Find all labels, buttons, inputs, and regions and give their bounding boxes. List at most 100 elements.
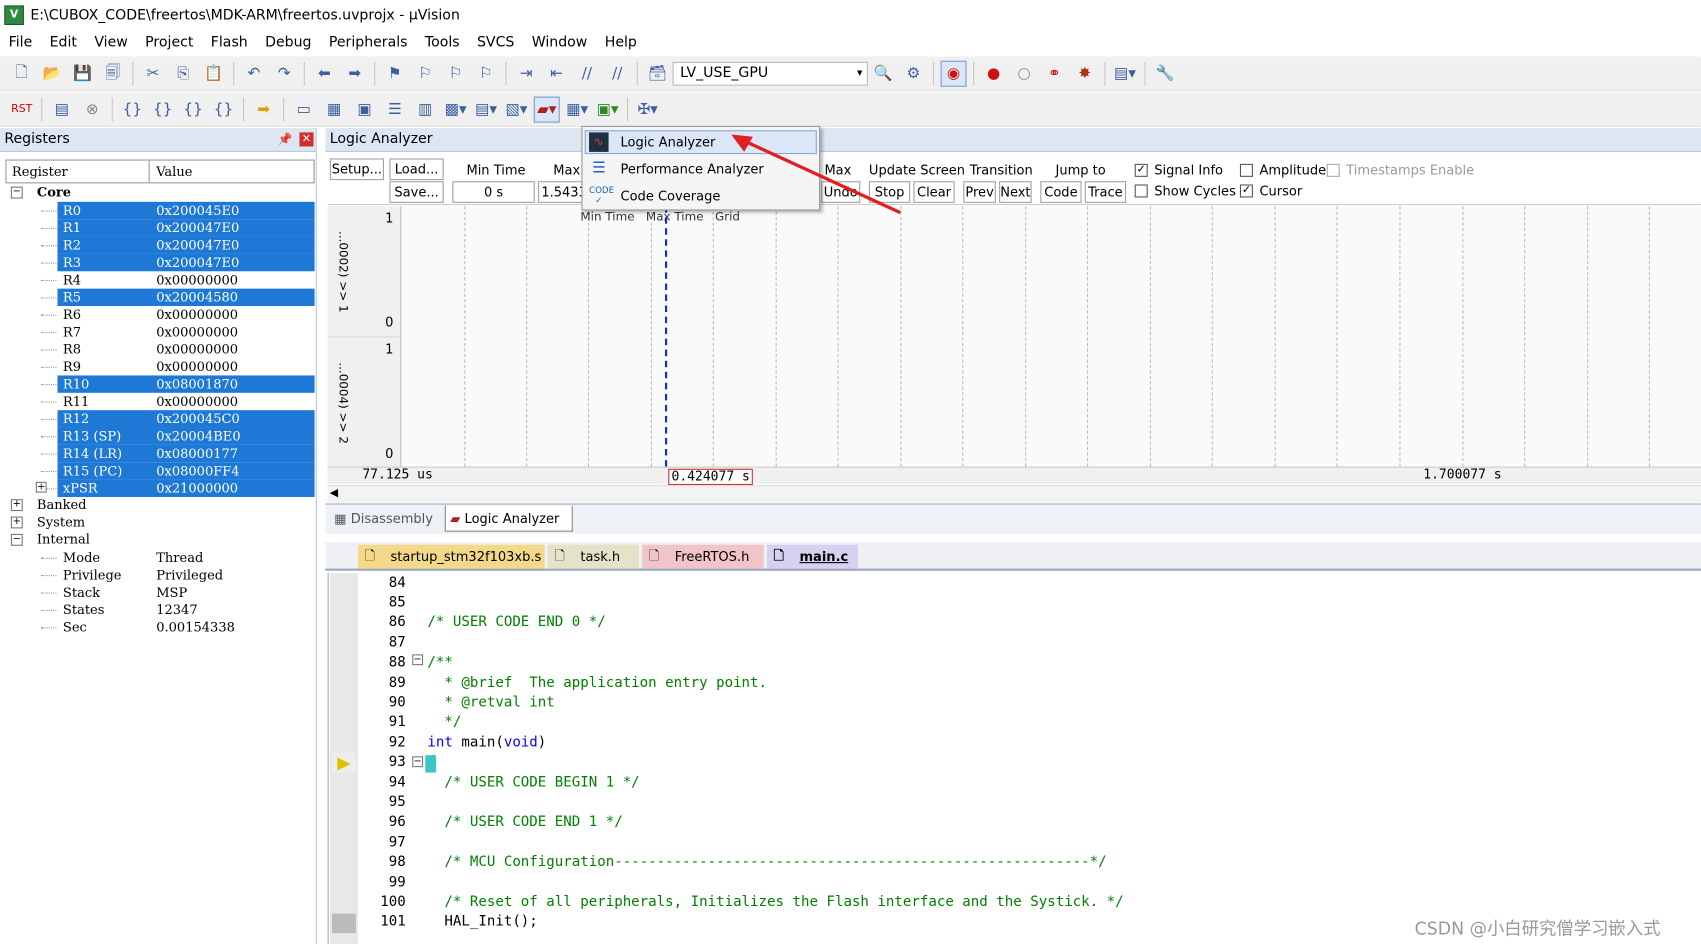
code-button[interactable]: Code: [1040, 181, 1082, 203]
group-internal[interactable]: − Internal: [0, 532, 317, 549]
menu-project[interactable]: Project: [136, 34, 202, 50]
register-row[interactable]: R14 (LR) 0x08000177: [0, 444, 317, 463]
bookmark-icon[interactable]: ⚑: [382, 60, 408, 86]
code-line[interactable]: 94 /* USER CODE BEGIN 1 */: [330, 773, 1701, 793]
run-to-cursor-icon[interactable]: {}: [210, 96, 236, 122]
register-row[interactable]: Stack MSP: [0, 584, 317, 601]
register-value[interactable]: 0x21000000: [156, 481, 238, 496]
code-line[interactable]: 90 * @retval int: [330, 693, 1701, 713]
register-value[interactable]: Privileged: [156, 568, 223, 583]
register-row[interactable]: R11 0x00000000: [0, 393, 317, 410]
register-row[interactable]: R3 0x200047E0: [0, 253, 317, 272]
code-line[interactable]: 96 /* USER CODE END 1 */: [330, 813, 1701, 833]
register-row[interactable]: R4 0x00000000: [0, 271, 317, 288]
tab-disassembly[interactable]: ▦ Disassembly: [329, 505, 443, 532]
register-value[interactable]: 12347: [156, 602, 197, 617]
close-icon[interactable]: ✕: [299, 132, 314, 147]
register-value[interactable]: 0x00000000: [156, 359, 238, 374]
register-value[interactable]: 0x200045E0: [156, 203, 239, 218]
comment-icon[interactable]: //: [574, 60, 600, 86]
group-system[interactable]: + System: [0, 514, 317, 531]
register-row[interactable]: Privilege Privileged: [0, 566, 317, 583]
undo-icon[interactable]: ↶: [241, 60, 267, 86]
fold-toggle-icon[interactable]: −: [412, 756, 424, 768]
register-value[interactable]: 0x00000000: [156, 342, 238, 357]
register-value[interactable]: 0x08000FF4: [156, 463, 239, 478]
watch-window-icon[interactable]: ▩▾: [443, 96, 469, 122]
register-value[interactable]: 0x00000000: [156, 394, 238, 409]
expand-icon[interactable]: +: [10, 499, 23, 512]
expand-icon[interactable]: +: [35, 481, 47, 493]
register-row[interactable]: R8 0x00000000: [0, 341, 317, 358]
timestamps-checkbox[interactable]: Timestamps Enable: [1326, 163, 1474, 178]
target-combo[interactable]: LV_USE_GPU ▾: [672, 61, 868, 86]
find-icon[interactable]: 🔍: [870, 60, 896, 86]
register-value[interactable]: 0x200045C0: [156, 411, 240, 426]
menu-peripherals[interactable]: Peripherals: [320, 34, 416, 50]
register-value[interactable]: 0x08001870: [156, 377, 238, 392]
toolbox-icon[interactable]: ✠▾: [635, 96, 661, 122]
run-icon[interactable]: ▤: [49, 96, 75, 122]
signal-2-name[interactable]: ...0004) >> 2: [329, 339, 359, 467]
symbols-window-icon[interactable]: ▣: [351, 96, 377, 122]
cut-icon[interactable]: ✂: [140, 60, 166, 86]
step-over-icon[interactable]: {}: [150, 96, 176, 122]
load-button[interactable]: Load...: [389, 158, 444, 181]
indent-icon[interactable]: ⇥: [513, 60, 539, 86]
breakpoint-disable-all-icon[interactable]: ⚭: [1041, 60, 1067, 86]
menu-edit[interactable]: Edit: [41, 34, 86, 50]
collapse-icon[interactable]: −: [10, 533, 23, 546]
tab-logic-analyzer[interactable]: ▰ Logic Analyzer: [444, 505, 573, 532]
register-value[interactable]: Thread: [156, 550, 203, 565]
register-row[interactable]: Mode Thread: [0, 549, 317, 566]
setup-button[interactable]: Setup...: [329, 158, 385, 181]
fold-toggle-icon[interactable]: −: [412, 654, 424, 666]
nav-forward-icon[interactable]: ➡: [342, 60, 368, 86]
redo-icon[interactable]: ↷: [271, 60, 297, 86]
code-line[interactable]: 87: [330, 633, 1701, 653]
configure-icon[interactable]: 🔧: [1152, 60, 1178, 86]
menu-file[interactable]: File: [0, 34, 41, 50]
register-row[interactable]: R0 0x200045E0: [0, 201, 317, 220]
incremental-find-icon[interactable]: ⚙: [900, 60, 926, 86]
file-tab-freertos[interactable]: 🗋 FreeRTOS.h: [642, 544, 764, 569]
unindent-icon[interactable]: ⇤: [543, 60, 569, 86]
code-line[interactable]: 86 /* USER CODE END 0 */: [330, 613, 1701, 633]
group-core[interactable]: − Core: [0, 184, 317, 201]
save-icon[interactable]: 💾: [69, 60, 95, 86]
code-line[interactable]: 99: [330, 872, 1701, 892]
menu-item-logic-analyzer[interactable]: Logic Analyzer: [621, 135, 716, 150]
register-value[interactable]: 0.00154338: [156, 620, 235, 635]
register-value[interactable]: 0x200047E0: [156, 255, 239, 270]
bookmark-next-icon[interactable]: ⚐: [443, 60, 469, 86]
file-tab-main[interactable]: 🗋 main.c: [766, 544, 859, 569]
register-row[interactable]: R5 0x20004580: [0, 288, 317, 306]
cursor-checkbox[interactable]: ✓ Cursor: [1239, 183, 1302, 199]
find-in-files-icon[interactable]: 🗃: [644, 60, 670, 86]
breakpoint-disable-icon[interactable]: ○: [1011, 60, 1037, 86]
open-file-icon[interactable]: 📂: [39, 60, 65, 86]
breakpoint-kill-all-icon[interactable]: ✸: [1072, 60, 1098, 86]
prev-button[interactable]: Prev: [963, 181, 996, 203]
menu-help[interactable]: Help: [596, 34, 646, 50]
stop-icon[interactable]: ⊗: [79, 96, 105, 122]
register-row[interactable]: R6 0x00000000: [0, 306, 317, 323]
call-stack-icon[interactable]: ▥: [412, 96, 438, 122]
code-line[interactable]: 85: [330, 593, 1701, 613]
register-value[interactable]: 0x08000177: [156, 446, 238, 461]
uncomment-icon[interactable]: //: [604, 60, 630, 86]
paste-icon[interactable]: 📋: [201, 60, 227, 86]
column-value[interactable]: Value: [156, 164, 192, 179]
step-into-icon[interactable]: {}: [119, 96, 145, 122]
file-tab-startup[interactable]: 🗋 startup_stm32f103xb.s: [357, 544, 545, 569]
register-row[interactable]: R13 (SP) 0x20004BE0: [0, 427, 317, 445]
menu-svcs[interactable]: SVCS: [468, 34, 523, 50]
disassembly-window-icon[interactable]: ▦: [321, 96, 347, 122]
next-button[interactable]: Next: [999, 181, 1032, 203]
register-row[interactable]: R10 0x08001870: [0, 375, 317, 393]
menu-view[interactable]: View: [86, 34, 137, 50]
group-banked[interactable]: + Banked: [0, 497, 317, 514]
reset-icon[interactable]: RST: [9, 96, 35, 122]
column-register[interactable]: Register: [12, 164, 68, 179]
register-value[interactable]: 0x200047E0: [156, 238, 239, 253]
